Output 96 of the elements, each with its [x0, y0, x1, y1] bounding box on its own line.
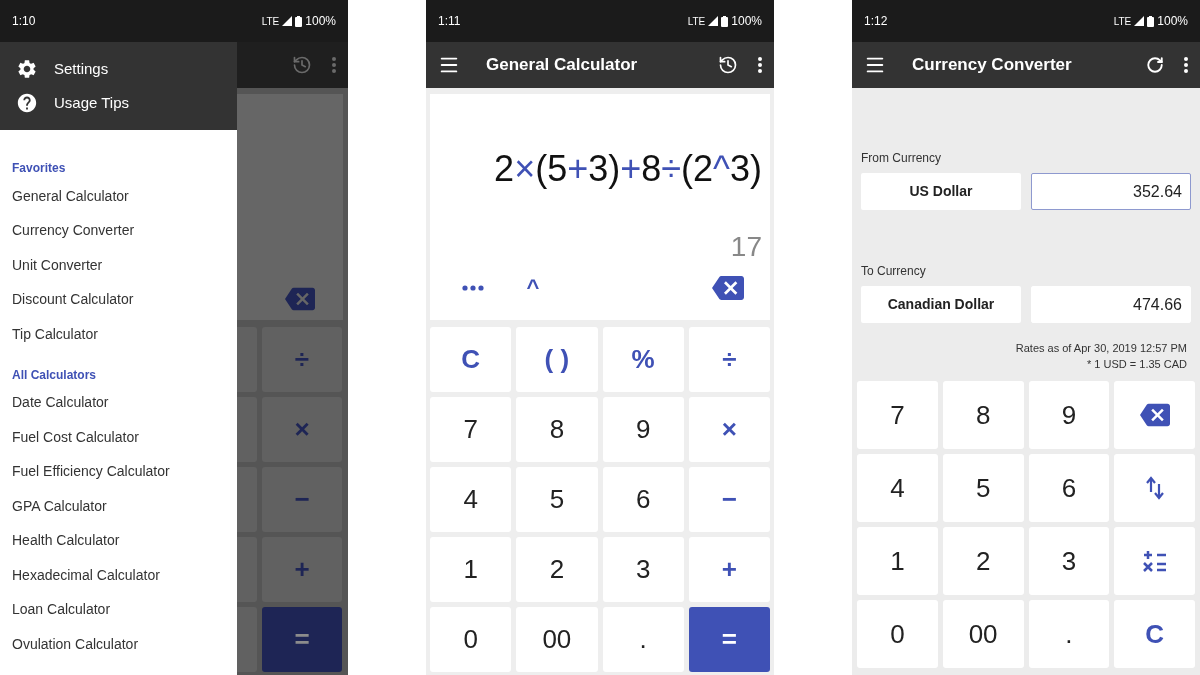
- settings-icon: [16, 57, 38, 80]
- exchange-rate: * 1 USD = 1.35 CAD: [1087, 357, 1187, 372]
- keypad-key[interactable]: .: [602, 607, 684, 672]
- keypad-key[interactable]: 0: [857, 600, 938, 668]
- keypad-key[interactable]: 4: [430, 467, 512, 532]
- battery-level: 100%: [305, 13, 336, 30]
- expression-text: 2×(5+3)+8÷(2^3): [493, 147, 762, 191]
- amount-field[interactable]: 352.64: [1031, 173, 1191, 210]
- battery-icon: [721, 15, 729, 27]
- keypad-key: −: [262, 467, 342, 532]
- keypad-key[interactable]: ×: [688, 397, 770, 462]
- rates-date: Rates as of Apr 30, 2019 12:57 PM: [1015, 341, 1187, 356]
- keypad-key[interactable]: ( ): [516, 327, 598, 392]
- keypad-key[interactable]: .: [1028, 600, 1110, 668]
- battery-icon: [1147, 15, 1155, 27]
- drawer-list-item[interactable]: Unit Converter: [12, 248, 237, 283]
- keypad-key[interactable]: 0: [430, 607, 512, 672]
- keypad-key[interactable]: 00: [942, 600, 1024, 668]
- help-icon: [16, 92, 38, 115]
- drawer-menu-item[interactable]: Settings: [16, 57, 221, 80]
- signal-icon: [1134, 16, 1145, 26]
- currency-selector[interactable]: Canadian Dollar: [861, 286, 1021, 323]
- refresh-icon[interactable]: [1146, 56, 1164, 74]
- more-icon: [332, 57, 336, 73]
- keypad-key[interactable]: 7: [430, 397, 512, 462]
- keypad-key[interactable]: 1: [857, 527, 938, 595]
- drawer-list-item[interactable]: Loan Calculator: [12, 592, 237, 627]
- keypad-key: ÷: [262, 327, 342, 392]
- keypad-key[interactable]: 2: [516, 537, 598, 602]
- section-heading: All Calculators: [12, 366, 98, 384]
- keypad-key[interactable]: 2: [942, 527, 1024, 595]
- drawer-list-item[interactable]: Discount Calculator: [12, 282, 237, 317]
- battery-level: 100%: [731, 13, 762, 30]
- keypad-key[interactable]: 6: [1028, 454, 1110, 522]
- drawer-menu-item[interactable]: Usage Tips: [16, 92, 221, 115]
- status-time: 1:10: [12, 13, 36, 30]
- currency-selector[interactable]: US Dollar: [861, 173, 1021, 210]
- signal-icon: [282, 16, 293, 26]
- keypad-key[interactable]: 3: [1028, 527, 1110, 595]
- drawer-list-item[interactable]: Hexadecimal Calculator: [12, 558, 237, 593]
- app-bar-title: General Calculator: [486, 54, 639, 77]
- keypad-key[interactable]: 00: [516, 607, 598, 672]
- drawer-list-item[interactable]: General Calculator: [12, 179, 237, 214]
- field-label: To Currency: [861, 263, 927, 280]
- amount-field[interactable]: 474.66: [1031, 286, 1191, 323]
- network-label: LTE: [261, 14, 280, 29]
- drawer-list-item[interactable]: Ovulation Calculator: [12, 627, 237, 662]
- battery-level: 100%: [1157, 13, 1188, 30]
- keypad-key: ×: [262, 397, 342, 462]
- app-bar-title: Currency Converter: [912, 54, 1073, 77]
- keypad-key[interactable]: 9: [1028, 381, 1110, 449]
- keypad-key[interactable]: C: [1114, 600, 1195, 668]
- drawer-list-item[interactable]: Tip Calculator: [12, 317, 237, 352]
- network-label: LTE: [687, 14, 706, 29]
- drawer-list-item[interactable]: Health Calculator: [12, 523, 237, 558]
- keypad-key[interactable]: 6: [602, 467, 684, 532]
- drawer-list-item[interactable]: Fuel Cost Calculator: [12, 420, 237, 455]
- keypad-key[interactable]: %: [602, 327, 684, 392]
- keypad-key[interactable]: −: [688, 467, 770, 532]
- keypad-key[interactable]: 3: [602, 537, 684, 602]
- keypad-key[interactable]: 5: [942, 454, 1024, 522]
- drawer-list-item[interactable]: Currency Converter: [12, 213, 237, 248]
- history-icon: [292, 55, 312, 75]
- more-options-icon[interactable]: [462, 285, 484, 291]
- drawer-list-item[interactable]: Date Calculator: [12, 385, 237, 420]
- keypad-key: =: [262, 607, 342, 672]
- keypad-key: +: [262, 537, 342, 602]
- keypad-key[interactable]: ÷: [688, 327, 770, 392]
- keypad-key[interactable]: [1114, 381, 1195, 449]
- field-label: From Currency: [861, 150, 942, 167]
- keypad-key[interactable]: +: [688, 537, 770, 602]
- keypad-key[interactable]: =: [688, 607, 770, 672]
- keypad-key[interactable]: 9: [602, 397, 684, 462]
- keypad-key[interactable]: 4: [857, 454, 938, 522]
- operations-icon: [1141, 549, 1168, 573]
- network-label: LTE: [1113, 14, 1132, 29]
- drawer-list-item[interactable]: GPA Calculator: [12, 489, 237, 524]
- battery-icon: [295, 15, 303, 27]
- drawer-list-item[interactable]: Fuel Efficiency Calculator: [12, 454, 237, 489]
- keypad-key[interactable]: 5: [516, 467, 598, 532]
- exponent-button[interactable]: ^: [526, 277, 540, 299]
- section-heading: Favorites: [12, 160, 67, 177]
- keypad-key[interactable]: [1114, 527, 1195, 595]
- history-icon[interactable]: [718, 55, 738, 75]
- status-time: 1:11: [438, 13, 461, 30]
- keypad-key[interactable]: 7: [857, 381, 938, 449]
- signal-icon: [708, 16, 719, 26]
- keypad-key[interactable]: C: [430, 327, 512, 392]
- swap-arrows-icon: [1144, 476, 1165, 500]
- keypad-key[interactable]: 8: [516, 397, 598, 462]
- result-text: 17: [730, 230, 762, 264]
- keypad-key[interactable]: 8: [942, 381, 1024, 449]
- more-icon[interactable]: [758, 57, 762, 73]
- more-icon[interactable]: [1184, 57, 1188, 73]
- status-time: 1:12: [864, 13, 888, 30]
- keypad-key[interactable]: 1: [430, 537, 512, 602]
